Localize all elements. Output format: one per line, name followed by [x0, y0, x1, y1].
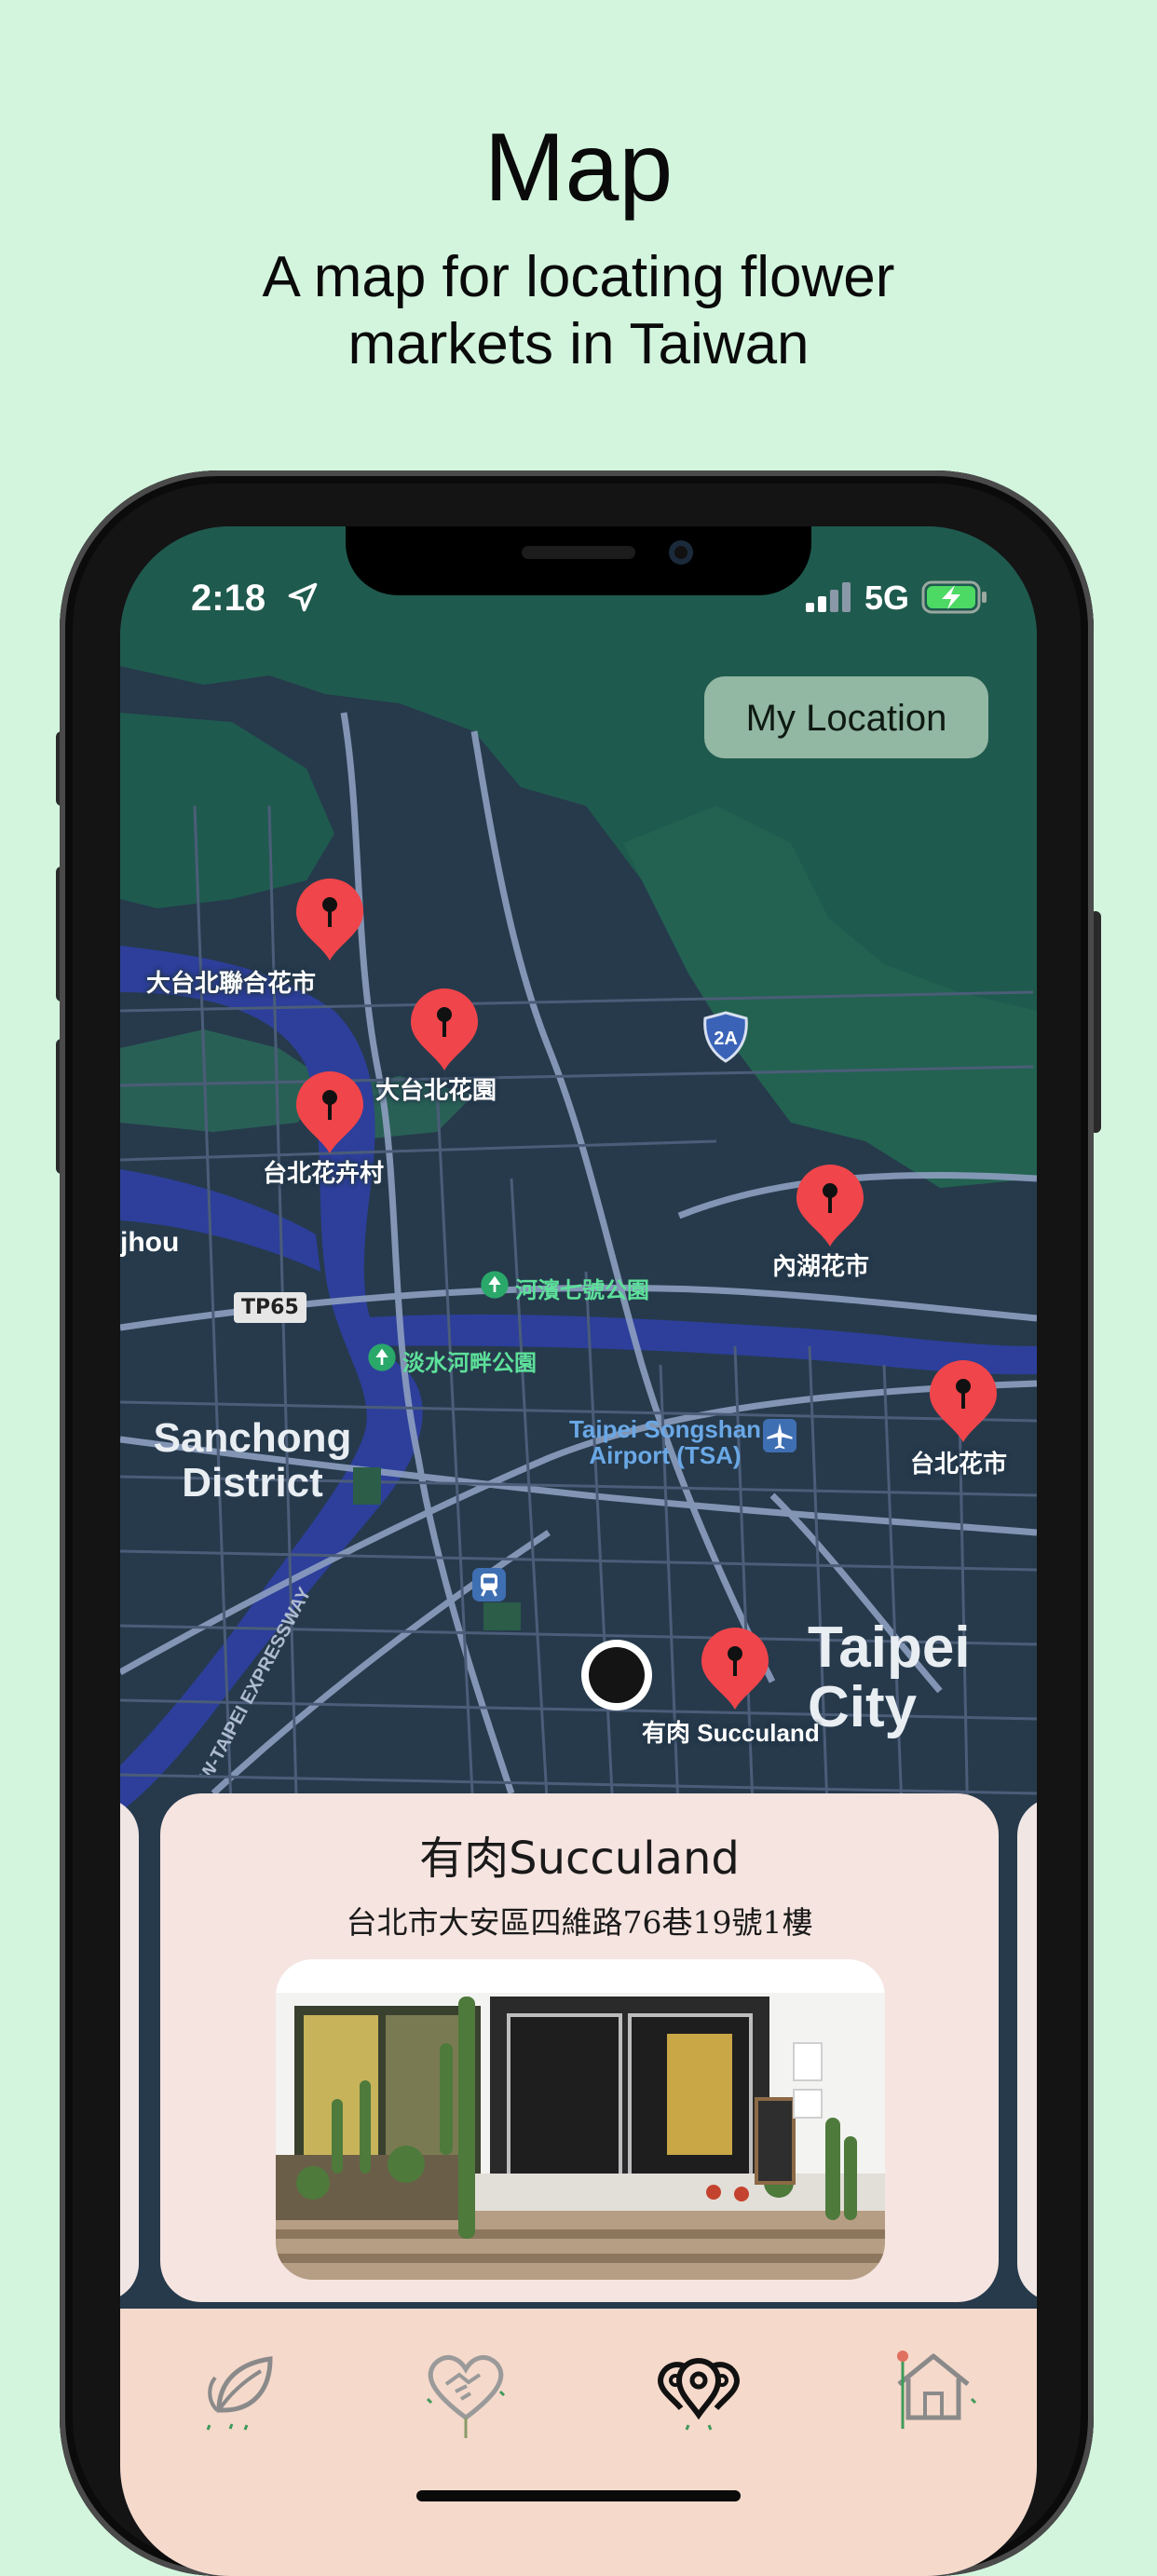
pin-label-5: 台北花市: [910, 1450, 1008, 1478]
card-title: 有肉Succuland: [419, 1833, 740, 1885]
park-tree-icon: [368, 1343, 396, 1371]
route-shield-2a: 2A: [703, 1011, 748, 1063]
edge-place-label: jhou: [120, 1227, 180, 1258]
battery-charging-icon: [921, 580, 987, 614]
page-subtitle: A map for locating flower markets in Tai…: [262, 245, 895, 376]
expressway-label: EW-TAIPEI EXPRESSWAY: [190, 1584, 316, 1775]
signal-icon: [806, 582, 851, 612]
pin-label-1: 大台北聯合花市: [146, 969, 317, 997]
airplane-icon: [763, 1419, 796, 1452]
map-pin-icon[interactable]: [698, 1628, 772, 1711]
pin-label-6: 有肉 Succuland: [642, 1719, 820, 1747]
pin-label-3: 台北花卉村: [263, 1159, 385, 1187]
map-pins-icon: [657, 2357, 741, 2431]
airport-label: Taipei Songshan Airport (TSA): [568, 1415, 762, 1469]
map-pin-icon[interactable]: [293, 1071, 367, 1155]
park-label-2: 淡水河畔公園: [402, 1351, 537, 1376]
map-pin-icon[interactable]: [926, 1360, 1000, 1444]
location-arrow-icon: [288, 582, 318, 612]
district-label: Sanchong District: [153, 1415, 352, 1506]
map-pin-icon[interactable]: [293, 879, 367, 962]
tab-plants[interactable]: [185, 2332, 297, 2444]
card-peek-right[interactable]: [1017, 1798, 1037, 2301]
card-address: 台北市大安區四維路76巷19號1樓: [346, 1904, 813, 1941]
pin-label-4: 內湖花市: [772, 1252, 870, 1280]
pin-label-2: 大台北花園: [375, 1076, 497, 1104]
page-title: Map: [483, 114, 674, 222]
tab-home[interactable]: [877, 2332, 988, 2444]
route-shield-text: 2A: [714, 1029, 738, 1049]
phone-screen: 2:18 5G My Location Sanchong District Ta…: [120, 526, 1037, 2576]
phone-camera: [669, 540, 693, 565]
park-tree-icon: [481, 1271, 509, 1299]
network-type: 5G: [864, 579, 910, 617]
map-pin-icon[interactable]: [793, 1165, 867, 1248]
user-location-dot: [589, 1647, 645, 1703]
metro-icon: [472, 1568, 506, 1601]
city-label: Taipei City: [808, 1615, 971, 1739]
market-card[interactable]: 有肉Succuland 台北市大安區四維路76巷19號1樓: [160, 1793, 999, 2302]
park-label-1: 河濱七號公園: [515, 1278, 649, 1303]
phone-notch: [346, 526, 811, 595]
storefront-photo: [276, 1959, 885, 2280]
map-pin-icon[interactable]: [407, 988, 482, 1072]
home-indicator: [416, 2490, 741, 2501]
road-badge-tp65: TP65: [234, 1292, 306, 1323]
tab-community[interactable]: [409, 2332, 521, 2444]
leaf-icon: [206, 2355, 273, 2431]
heart-handshake-icon: [426, 2354, 506, 2438]
home-icon: [897, 2350, 977, 2429]
svg-text:EW-TAIPEI EXPRESSWAY: EW-TAIPEI EXPRESSWAY: [190, 1584, 316, 1775]
tab-map[interactable]: [642, 2332, 754, 2444]
status-time: 2:18: [191, 578, 266, 619]
my-location-button[interactable]: My Location: [704, 676, 988, 758]
tab-bar: [120, 2309, 1037, 2576]
phone-speaker: [522, 546, 635, 559]
card-peek-left[interactable]: [120, 1798, 139, 2301]
